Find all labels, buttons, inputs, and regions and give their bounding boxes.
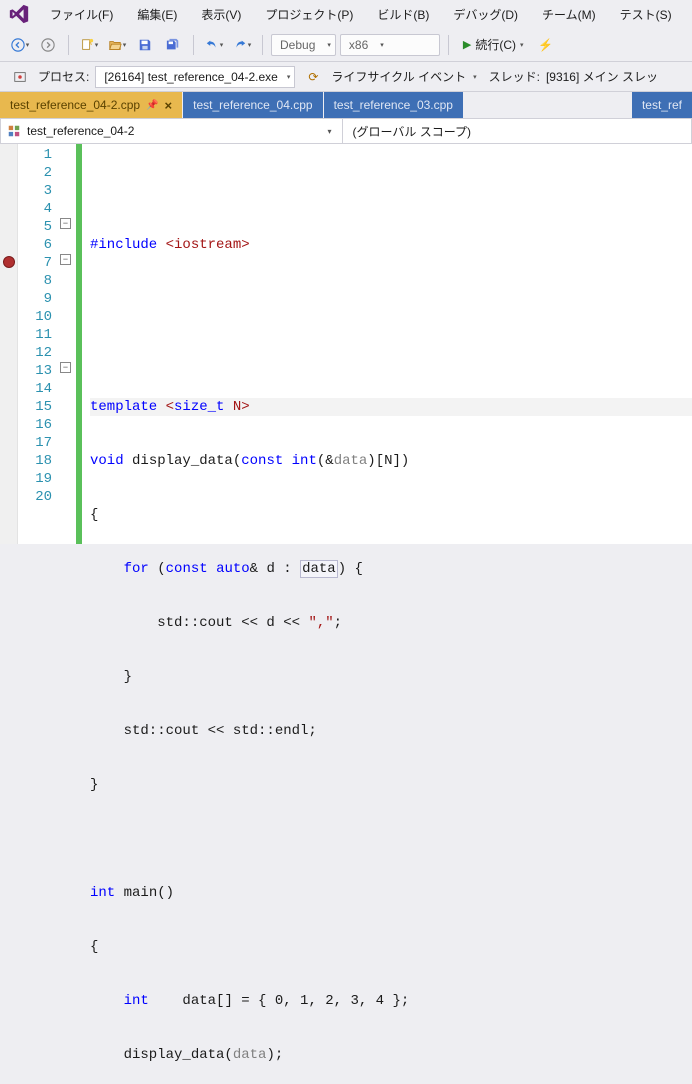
process-label: プロセス: xyxy=(38,68,89,85)
back-button[interactable]: ▾ xyxy=(8,33,32,57)
line-numbers: 1234567891011121314151617181920 xyxy=(18,144,58,544)
config-combo[interactable]: Debug▾ xyxy=(271,34,336,56)
menu-file[interactable]: ファイル(F) xyxy=(38,2,125,27)
scope-type-combo[interactable]: test_reference_04-2 ▾ xyxy=(1,119,343,143)
breakpoint-margin[interactable] xyxy=(0,144,18,544)
menu-edit[interactable]: 編集(E) xyxy=(125,2,189,27)
hover-target-data[interactable]: data xyxy=(300,560,338,578)
menu-test[interactable]: テスト(S) xyxy=(608,2,684,27)
process-bar: プロセス: [26164] test_reference_04-2.exe▾ ⟳… xyxy=(0,62,692,92)
breakpoint-line-7[interactable] xyxy=(0,256,17,274)
thread-value: [9316] メイン スレッ xyxy=(546,68,658,85)
forward-button[interactable] xyxy=(36,33,60,57)
toolbar: ▾ ▾ ▾ ▾ ▾ Debug▾ x86▾ ▶続行(C)▾ ⚡ xyxy=(0,28,692,62)
pin-icon[interactable]: 📌 xyxy=(146,100,158,111)
open-button[interactable]: ▾ xyxy=(105,33,129,57)
debug-target-button[interactable]: ⚡ xyxy=(534,33,558,57)
tab-active[interactable]: test_reference_04-2.cpp 📌 × xyxy=(0,92,182,118)
fold-margin[interactable]: − − − xyxy=(58,144,76,544)
thread-label: スレッド: xyxy=(489,68,540,85)
editor-tabs: test_reference_04-2.cpp 📌 × test_referen… xyxy=(0,92,692,118)
tab-1[interactable]: test_reference_04.cpp xyxy=(183,92,322,118)
save-button[interactable] xyxy=(133,33,157,57)
close-icon[interactable]: × xyxy=(165,98,173,113)
redo-button[interactable]: ▾ xyxy=(230,33,254,57)
fold-toggle[interactable]: − xyxy=(60,218,71,229)
fold-toggle[interactable]: − xyxy=(60,362,71,373)
visual-studio-logo-icon xyxy=(8,3,30,25)
continue-button[interactable]: ▶続行(C)▾ xyxy=(457,36,530,53)
scope-icon xyxy=(7,124,21,138)
new-button[interactable]: ▾ xyxy=(77,33,101,57)
fold-toggle[interactable]: − xyxy=(60,254,71,265)
lifecycle-button[interactable]: ⟳ xyxy=(301,65,325,89)
menu-bar: ファイル(F) 編集(E) 表示(V) プロジェクト(P) ビルド(B) デバッ… xyxy=(0,0,692,28)
editor-gutter: 1234567891011121314151617181920 − − − xyxy=(0,144,82,544)
menu-team[interactable]: チーム(M) xyxy=(530,2,608,27)
scope-member-combo[interactable]: (グローバル スコープ) xyxy=(343,119,692,143)
save-all-button[interactable] xyxy=(161,33,185,57)
undo-button[interactable]: ▾ xyxy=(202,33,226,57)
process-combo[interactable]: [26164] test_reference_04-2.exe▾ xyxy=(95,66,295,88)
lifecycle-label: ライフサイクル イベント xyxy=(331,68,466,85)
platform-combo[interactable]: x86▾ xyxy=(340,34,440,56)
scope-bar: test_reference_04-2 ▾ (グローバル スコープ) xyxy=(0,118,692,144)
tab-2[interactable]: test_reference_03.cpp xyxy=(324,92,463,118)
menu-debug[interactable]: デバッグ(D) xyxy=(441,2,530,27)
code-editor[interactable]: 1234567891011121314151617181920 − − − #i… xyxy=(0,144,692,544)
menu-view[interactable]: 表示(V) xyxy=(189,2,253,27)
code-area[interactable]: #include <iostream> template <size_t N> … xyxy=(82,144,692,544)
menu-project[interactable]: プロジェクト(P) xyxy=(253,2,365,27)
menu-build[interactable]: ビルド(B) xyxy=(365,2,441,27)
tab-overflow[interactable]: test_ref xyxy=(632,92,692,118)
process-icon[interactable] xyxy=(8,65,32,89)
